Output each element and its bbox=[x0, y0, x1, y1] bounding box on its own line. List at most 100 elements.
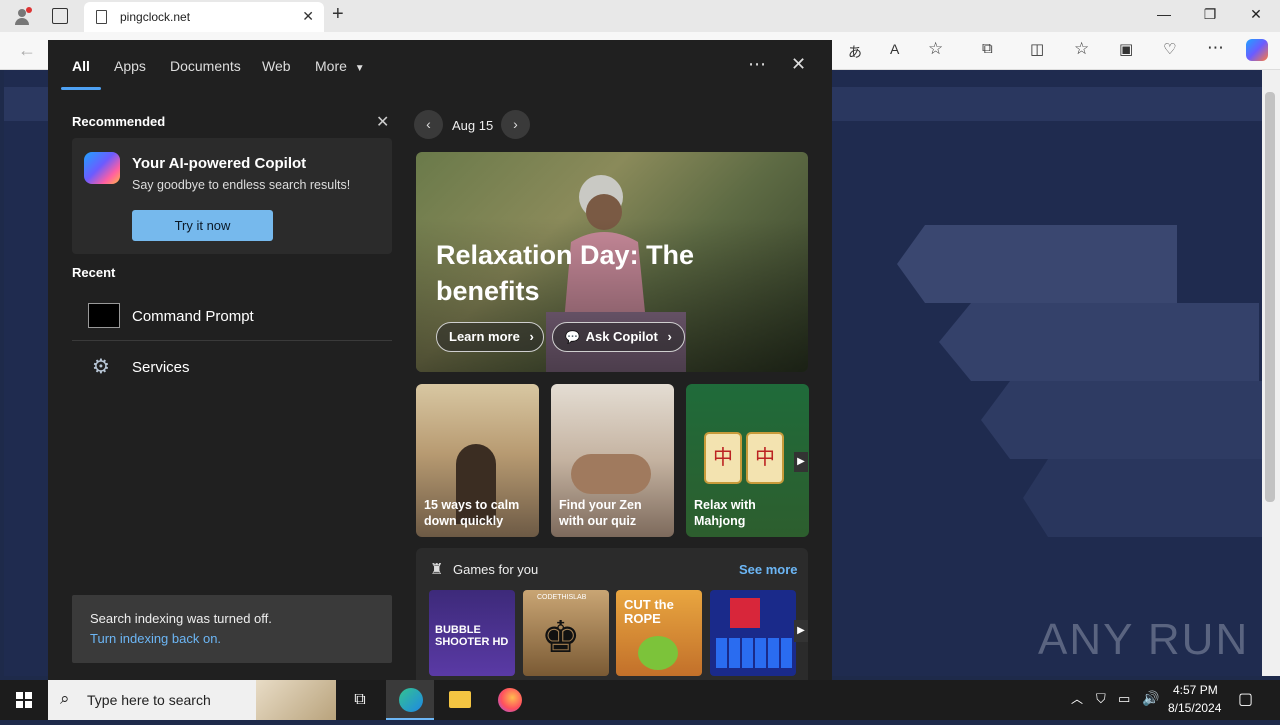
decorative-chevron bbox=[1023, 459, 1262, 537]
card-title-line-1: 15 ways to calm bbox=[424, 498, 520, 512]
search-panel: All Apps Documents Web More ▼ ⋯ ✕ Recomm… bbox=[48, 40, 832, 680]
copilot-card-subtitle: Say goodbye to endless search results! bbox=[132, 178, 351, 192]
edge-taskbar-icon[interactable] bbox=[386, 680, 434, 720]
tray-security-icon[interactable]: ⛉ bbox=[1096, 691, 1106, 707]
file-explorer-icon[interactable] bbox=[436, 680, 484, 720]
hero-title-line-2: benefits bbox=[436, 276, 540, 306]
tab-more-label: More bbox=[315, 58, 347, 74]
favorites-icon[interactable]: ☆ bbox=[1074, 39, 1089, 59]
settings-more-icon[interactable]: ⋯ bbox=[1207, 38, 1224, 58]
firefox-icon[interactable] bbox=[485, 680, 533, 720]
clock-time[interactable]: 4:57 PM bbox=[1173, 683, 1218, 697]
hero-title-line-1: Relaxation Day: The bbox=[436, 240, 695, 270]
card-title-line-1: Relax with bbox=[694, 498, 756, 512]
card-title-line-2: Mahjong bbox=[694, 514, 746, 528]
scroll-thumb[interactable] bbox=[1265, 92, 1275, 502]
options-ellipsis-icon[interactable]: ⋯ bbox=[748, 54, 766, 75]
game-tile-blocks[interactable] bbox=[710, 590, 796, 676]
article-card-zen[interactable]: Find your Zen with our quiz bbox=[551, 384, 674, 537]
profile-icon[interactable] bbox=[12, 6, 32, 26]
task-view-icon[interactable]: ⧉ bbox=[336, 680, 384, 720]
tab-title: pingclock.net bbox=[120, 10, 191, 24]
close-panel-icon[interactable]: ✕ bbox=[791, 54, 806, 75]
games-icon: ♜ bbox=[430, 561, 444, 578]
prev-date-button[interactable]: ‹ bbox=[414, 110, 443, 139]
clock-date[interactable]: 8/15/2024 bbox=[1168, 701, 1221, 715]
tab-actions-icon[interactable] bbox=[52, 8, 68, 24]
games-next-icon[interactable]: ▶ bbox=[794, 620, 808, 642]
new-tab-button[interactable]: + bbox=[332, 3, 344, 26]
tab-documents[interactable]: Documents bbox=[170, 58, 241, 74]
notifications-icon[interactable]: ▢ bbox=[1238, 689, 1253, 709]
copilot-icon[interactable] bbox=[1246, 39, 1268, 61]
recent-item-command-prompt[interactable]: Command Prompt bbox=[72, 291, 392, 341]
tab-apps[interactable]: Apps bbox=[114, 58, 146, 74]
game-tile-label: BUBBLE SHOOTER HD bbox=[435, 624, 509, 648]
tab-more[interactable]: More ▼ bbox=[315, 58, 365, 74]
copilot-promo-card: Your AI-powered Copilot Say goodbye to e… bbox=[72, 138, 392, 254]
mahjong-tile-image: 中 bbox=[746, 432, 784, 484]
collections-icon[interactable]: ▣ bbox=[1119, 40, 1133, 58]
game-tile-cut-the-rope[interactable]: CUT the ROPE bbox=[616, 590, 702, 676]
browser-tab[interactable]: pingclock.net ✕ bbox=[84, 2, 324, 32]
carousel-next-icon[interactable]: ▶ bbox=[794, 452, 808, 472]
ask-copilot-label: Ask Copilot bbox=[585, 329, 658, 344]
hero-card[interactable]: Relaxation Day: The benefits Learn more … bbox=[416, 152, 808, 372]
start-button[interactable] bbox=[0, 680, 48, 720]
watermark: ANY RUN bbox=[1038, 615, 1250, 664]
recent-item-label: Services bbox=[132, 359, 190, 376]
recent-item-services[interactable]: ⚙ Services bbox=[72, 342, 392, 392]
copilot-card-title: Your AI-powered Copilot bbox=[132, 155, 307, 172]
extensions-icon[interactable]: ⧉ bbox=[982, 40, 993, 57]
close-window-button[interactable]: ✕ bbox=[1236, 6, 1276, 23]
date-label: Aug 15 bbox=[452, 118, 494, 133]
mahjong-tile-image: 中 bbox=[704, 432, 742, 484]
split-screen-icon[interactable]: ◫ bbox=[1030, 40, 1044, 58]
minimize-button[interactable]: — bbox=[1144, 6, 1184, 22]
tab-close-icon[interactable]: ✕ bbox=[302, 8, 314, 25]
gears-icon: ⚙ bbox=[92, 356, 110, 378]
volume-icon[interactable]: 🔊 bbox=[1142, 690, 1159, 707]
chevron-right-icon: › bbox=[667, 329, 672, 344]
chat-bubble-icon: 💬 bbox=[565, 330, 580, 344]
favorite-star-icon[interactable]: ☆ bbox=[928, 39, 943, 59]
see-more-link[interactable]: See more bbox=[739, 562, 798, 577]
games-section: ♜ Games for you See more BUBBLE SHOOTER … bbox=[416, 548, 808, 680]
taskbar-search-box[interactable]: ⌕ Type here to search bbox=[48, 680, 336, 720]
turn-indexing-on-link[interactable]: Turn indexing back on. bbox=[90, 631, 221, 646]
decorative-chevron bbox=[981, 381, 1262, 459]
browser-tab-bar: pingclock.net ✕ + — ❐ ✕ bbox=[0, 0, 1280, 32]
command-prompt-icon bbox=[88, 303, 120, 328]
read-aloud-icon[interactable]: A bbox=[890, 41, 899, 57]
recent-item-label: Command Prompt bbox=[132, 308, 254, 325]
dismiss-recommended-icon[interactable]: ✕ bbox=[376, 112, 389, 132]
search-placeholder: Type here to search bbox=[87, 692, 211, 708]
tray-chevron-icon[interactable]: ︿ bbox=[1071, 690, 1083, 707]
translate-icon[interactable]: あ bbox=[848, 42, 862, 62]
decorative-chevron bbox=[897, 225, 1177, 303]
blocks-image bbox=[730, 598, 760, 628]
card-title-line-2: down quickly bbox=[424, 514, 504, 528]
try-it-now-button[interactable]: Try it now bbox=[132, 210, 273, 241]
game-tile-bubble-shooter[interactable]: BUBBLE SHOOTER HD bbox=[429, 590, 515, 676]
game-tile-label: CODETHISLAB bbox=[537, 594, 587, 601]
browser-essentials-icon[interactable]: ♡ bbox=[1163, 40, 1176, 58]
network-icon[interactable]: ▭ bbox=[1118, 691, 1130, 707]
active-tab-indicator bbox=[61, 87, 101, 90]
back-arrow-icon[interactable]: ← bbox=[18, 40, 36, 61]
restore-button[interactable]: ❐ bbox=[1190, 6, 1230, 23]
recent-heading: Recent bbox=[72, 265, 116, 280]
indexing-notice-text: Search indexing was turned off. bbox=[90, 611, 272, 626]
ask-copilot-button[interactable]: 💬 Ask Copilot › bbox=[552, 322, 685, 352]
tab-all[interactable]: All bbox=[72, 58, 90, 74]
learn-more-button[interactable]: Learn more › bbox=[436, 322, 544, 352]
article-card-calm[interactable]: 15 ways to calm down quickly bbox=[416, 384, 539, 537]
article-card-mahjong[interactable]: 中 中 ▶ Relax with Mahjong bbox=[686, 384, 809, 537]
next-date-button[interactable]: › bbox=[501, 110, 530, 139]
game-tile-chess[interactable]: CODETHISLAB ♚ bbox=[523, 590, 609, 676]
learn-more-label: Learn more bbox=[449, 329, 520, 344]
chevron-down-icon: ▼ bbox=[354, 63, 365, 74]
search-icon: ⌕ bbox=[60, 689, 70, 708]
chevron-right-icon: › bbox=[529, 329, 534, 344]
tab-web[interactable]: Web bbox=[262, 58, 291, 74]
